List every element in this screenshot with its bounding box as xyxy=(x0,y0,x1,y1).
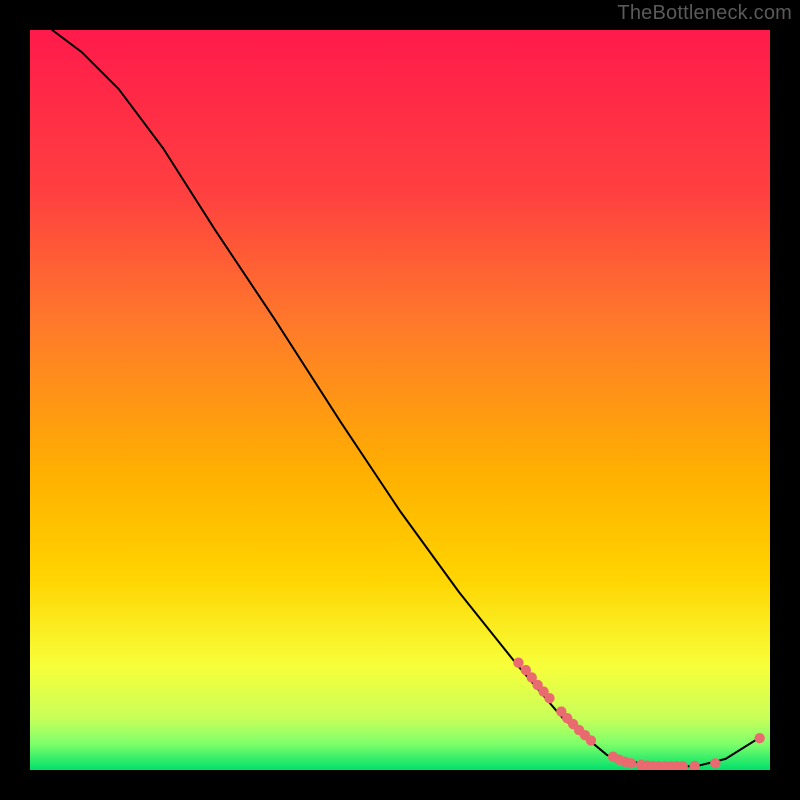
data-marker xyxy=(513,658,523,668)
data-marker xyxy=(754,733,764,743)
data-marker xyxy=(544,693,554,703)
data-marker xyxy=(710,758,720,768)
watermark-text: TheBottleneck.com xyxy=(617,2,792,25)
plot-area xyxy=(30,30,770,770)
gradient-background xyxy=(30,30,770,770)
chart-frame: TheBottleneck.com xyxy=(0,0,800,800)
data-marker xyxy=(626,758,636,768)
data-marker xyxy=(586,735,596,745)
chart-svg xyxy=(30,30,770,770)
